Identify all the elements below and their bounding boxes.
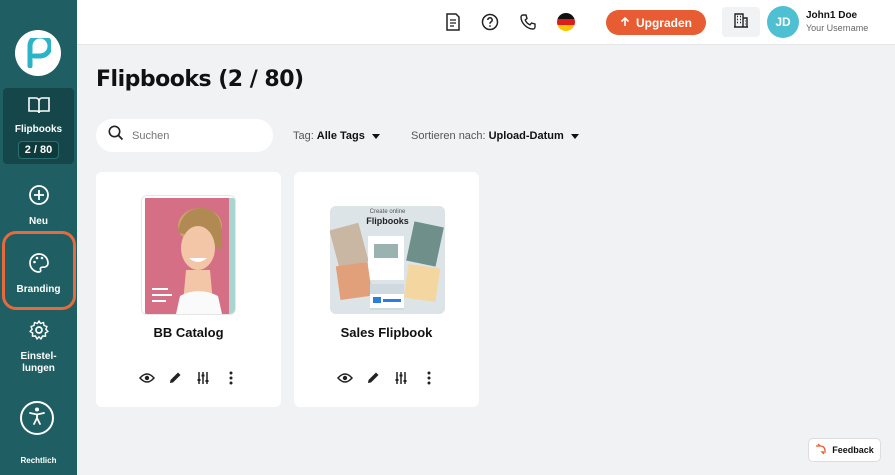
app-logo[interactable]: [15, 30, 61, 76]
arrow-up-icon: [620, 16, 630, 30]
user-name: John1 Doe: [806, 10, 858, 21]
search-icon: [108, 125, 124, 146]
thumbnail-title: Flipbooks: [366, 216, 409, 226]
search-box[interactable]: [96, 119, 273, 152]
card-actions: [96, 369, 281, 387]
sidebar-item-flipbooks[interactable]: Flipbooks 2 / 80: [3, 88, 74, 164]
sidebar-item-einstellungen[interactable]: Einstel- lungen: [0, 319, 77, 375]
search-input[interactable]: [132, 129, 252, 142]
avatar[interactable]: JD: [767, 6, 799, 38]
topbar: Upgraden JD John1 Doe Your Username: [77, 0, 895, 45]
tag-filter-label: Tag:: [293, 130, 314, 142]
sort-label: Sortieren nach:: [411, 130, 486, 142]
feedback-button[interactable]: Feedback: [808, 438, 881, 462]
plus-circle-icon: [28, 184, 50, 211]
sidebar-item-neu[interactable]: Neu: [0, 184, 77, 228]
more-vert-icon[interactable]: [420, 369, 438, 387]
eye-icon[interactable]: [336, 369, 354, 387]
feedback-label: Feedback: [832, 445, 874, 455]
book-icon: [27, 96, 50, 119]
flipbook-thumbnail[interactable]: [141, 195, 236, 315]
accessibility-icon: [27, 406, 47, 431]
sidebar-item-label: Einstel- lungen: [20, 351, 57, 374]
page-title: Flipbooks (2 / 80): [96, 67, 304, 92]
flag-de-icon[interactable]: [557, 13, 575, 31]
gear-icon: [28, 319, 50, 346]
flipbook-thumbnail[interactable]: Create online Flipbooks: [330, 206, 445, 314]
sliders-icon[interactable]: [194, 369, 212, 387]
document-icon[interactable]: [443, 12, 463, 32]
sort-dropdown[interactable]: Sortieren nach: Upload-Datum: [411, 130, 579, 142]
card-actions: [294, 369, 479, 387]
user-username: Your Username: [806, 23, 869, 33]
sliders-icon[interactable]: [392, 369, 410, 387]
pencil-icon[interactable]: [364, 369, 382, 387]
upgrade-button[interactable]: Upgraden: [606, 10, 706, 35]
flipbook-count-badge: 2 / 80: [17, 141, 60, 159]
pencil-icon[interactable]: [166, 369, 184, 387]
phone-icon[interactable]: [518, 12, 538, 32]
sidebar-item-label: Flipbooks: [14, 124, 63, 135]
sidebar-item-label: Branding: [16, 284, 61, 295]
building-icon: [733, 12, 749, 33]
more-vert-icon[interactable]: [222, 369, 240, 387]
flipbook-title: Sales Flipbook: [340, 325, 433, 340]
sidebar-item-label: Neu: [29, 216, 48, 227]
upgrade-label: Upgraden: [635, 15, 692, 30]
sort-value: Upload-Datum: [488, 130, 564, 142]
flipbook-card[interactable]: BB Catalog: [96, 172, 281, 407]
palette-icon: [28, 252, 50, 279]
organization-button[interactable]: [722, 7, 760, 37]
tag-filter-value: Alle Tags: [316, 130, 365, 142]
thumbnail-caption: Create online: [369, 209, 406, 215]
feedback-icon: [815, 443, 827, 457]
sidebar: Flipbooks 2 / 80 Neu Branding Einstel- l…: [0, 0, 77, 475]
legal-link[interactable]: Rechtlich: [0, 456, 77, 465]
tag-filter-dropdown[interactable]: Tag: Alle Tags: [293, 130, 380, 142]
chevron-down-icon: [371, 133, 380, 139]
sidebar-item-branding[interactable]: Branding: [0, 252, 77, 296]
flipbook-title: BB Catalog: [153, 325, 224, 340]
eye-icon[interactable]: [138, 369, 156, 387]
logo-icon: [27, 38, 51, 68]
chevron-down-icon: [570, 133, 579, 139]
flipbook-card[interactable]: Create online Flipbooks Sales Flipbook: [294, 172, 479, 407]
help-icon[interactable]: [480, 12, 500, 32]
accessibility-button[interactable]: [20, 401, 54, 435]
